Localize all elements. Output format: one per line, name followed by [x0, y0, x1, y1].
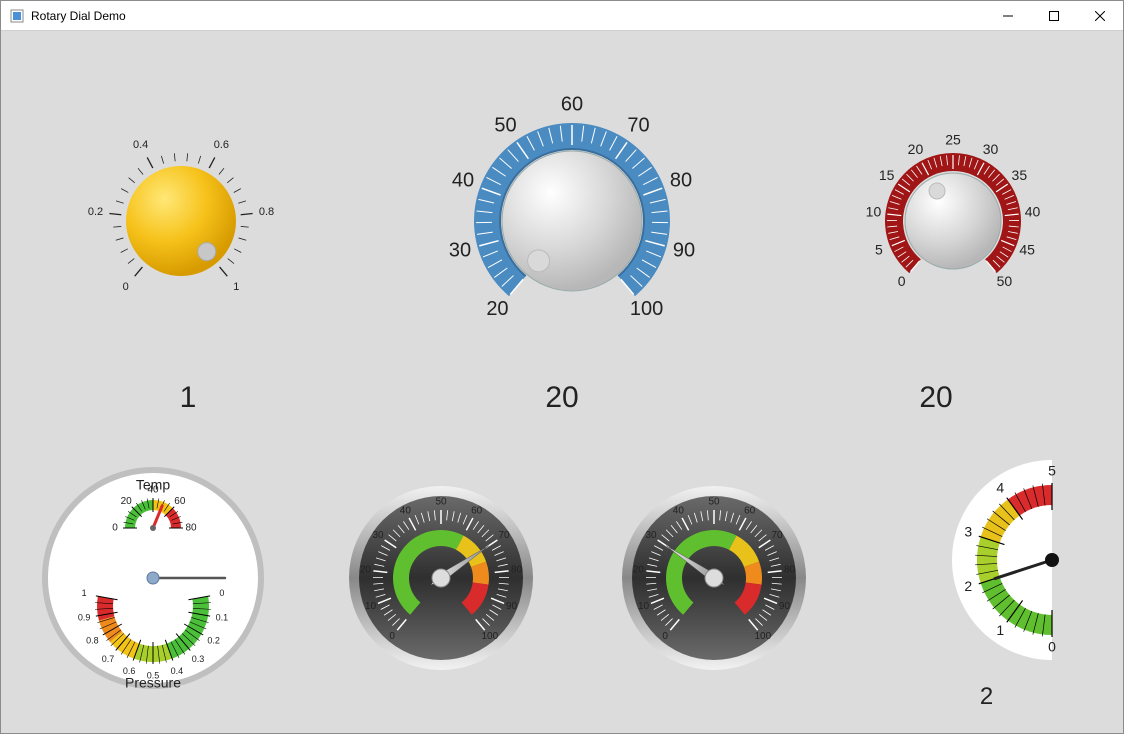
dial-2[interactable]: 20 30 40 50 60 70 80 90 100 — [432, 81, 712, 361]
svg-text:70: 70 — [627, 114, 649, 136]
svg-text:90: 90 — [505, 601, 517, 612]
svg-text:20: 20 — [120, 496, 132, 507]
svg-text:40: 40 — [399, 506, 411, 517]
svg-text:5: 5 — [875, 242, 883, 258]
svg-text:60: 60 — [471, 506, 483, 517]
svg-text:60: 60 — [561, 93, 583, 115]
svg-text:0.8: 0.8 — [86, 635, 99, 645]
svg-text:0: 0 — [389, 631, 395, 642]
svg-text:0.8: 0.8 — [259, 206, 274, 218]
svg-text:0: 0 — [112, 523, 118, 534]
wedge-gauge[interactable]: 0 1 2 3 4 5 2 — [887, 445, 1087, 711]
dial-3-value: 20 — [751, 381, 1121, 415]
svg-text:100: 100 — [630, 298, 663, 320]
svg-text:10: 10 — [637, 601, 649, 612]
maximize-button[interactable] — [1031, 1, 1077, 30]
app-window: Rotary Dial Demo 00.20.40.60.81 20304050… — [0, 0, 1124, 734]
dial-1[interactable]: 0 0.2 0.4 0.6 0.8 1 — [71, 111, 291, 331]
svg-text:60: 60 — [174, 496, 186, 507]
svg-text:20: 20 — [632, 565, 644, 576]
dual-gauge[interactable]: Temp02040608000.10.20.30.40.50.60.70.80.… — [38, 463, 268, 693]
svg-text:80: 80 — [670, 170, 692, 192]
svg-text:20: 20 — [486, 298, 508, 320]
svg-text:90: 90 — [778, 601, 790, 612]
svg-text:35: 35 — [1011, 167, 1027, 183]
svg-text:30: 30 — [645, 530, 657, 541]
svg-text:40: 40 — [452, 170, 474, 192]
svg-text:0.2: 0.2 — [88, 206, 103, 218]
svg-text:0.4: 0.4 — [133, 139, 148, 151]
svg-text:40: 40 — [672, 506, 684, 517]
svg-text:45: 45 — [1019, 242, 1035, 258]
svg-text:50: 50 — [996, 273, 1012, 289]
svg-text:5: 5 — [1048, 463, 1056, 479]
svg-text:80: 80 — [511, 565, 523, 576]
svg-text:20: 20 — [359, 565, 371, 576]
svg-text:10: 10 — [865, 203, 881, 219]
speedometer-2[interactable]: 0 10 20 30 40 50 60 70 80 90 100 — [614, 478, 814, 678]
app-icon — [9, 8, 25, 24]
svg-text:1: 1 — [234, 281, 240, 293]
svg-text:1: 1 — [81, 588, 86, 598]
svg-text:0: 0 — [897, 273, 905, 289]
dial-3[interactable]: 05 10 15 20 25 30 35 40 45 50 — [853, 121, 1053, 321]
svg-text:1: 1 — [996, 622, 1004, 638]
svg-text:2: 2 — [964, 578, 972, 594]
svg-text:0.7: 0.7 — [101, 654, 114, 664]
svg-text:0.3: 0.3 — [191, 654, 204, 664]
svg-text:50: 50 — [708, 497, 720, 508]
svg-text:3: 3 — [964, 524, 972, 540]
svg-text:50: 50 — [494, 114, 516, 136]
svg-text:50: 50 — [435, 497, 447, 508]
svg-text:0.9: 0.9 — [77, 613, 90, 623]
svg-text:90: 90 — [673, 239, 695, 261]
svg-text:0: 0 — [1048, 639, 1056, 655]
minimize-button[interactable] — [985, 1, 1031, 30]
svg-text:100: 100 — [481, 631, 498, 642]
svg-text:0.6: 0.6 — [214, 139, 229, 151]
svg-text:100: 100 — [754, 631, 771, 642]
wedge-value: 2 — [980, 683, 993, 711]
svg-text:25: 25 — [945, 132, 961, 148]
svg-text:40: 40 — [1024, 203, 1040, 219]
svg-text:70: 70 — [771, 530, 783, 541]
svg-text:4: 4 — [996, 480, 1004, 496]
svg-text:30: 30 — [449, 239, 471, 261]
dial-1-value: 1 — [3, 381, 373, 415]
speedometer-1[interactable]: 0 10 20 30 40 50 60 70 80 90 100 — [341, 478, 541, 678]
svg-text:70: 70 — [498, 530, 510, 541]
svg-text:0.2: 0.2 — [207, 635, 220, 645]
titlebar: Rotary Dial Demo — [1, 1, 1123, 31]
svg-text:30: 30 — [372, 530, 384, 541]
svg-text:80: 80 — [185, 523, 197, 534]
svg-text:40: 40 — [147, 485, 159, 496]
svg-text:0: 0 — [219, 588, 224, 598]
close-button[interactable] — [1077, 1, 1123, 30]
content-area: 00.20.40.60.81 2030405060708090100 05101… — [1, 31, 1123, 733]
window-controls — [985, 1, 1123, 30]
svg-text:60: 60 — [744, 506, 756, 517]
window-title: Rotary Dial Demo — [31, 9, 126, 23]
svg-text:0: 0 — [662, 631, 668, 642]
svg-text:15: 15 — [879, 167, 895, 183]
svg-text:80: 80 — [784, 565, 796, 576]
svg-text:0.1: 0.1 — [215, 613, 228, 623]
dial-2-value: 20 — [377, 381, 747, 415]
svg-text:10: 10 — [364, 601, 376, 612]
svg-text:20: 20 — [907, 141, 923, 157]
svg-text:30: 30 — [982, 141, 998, 157]
svg-text:Pressure: Pressure — [124, 675, 180, 691]
svg-text:0: 0 — [123, 281, 129, 293]
